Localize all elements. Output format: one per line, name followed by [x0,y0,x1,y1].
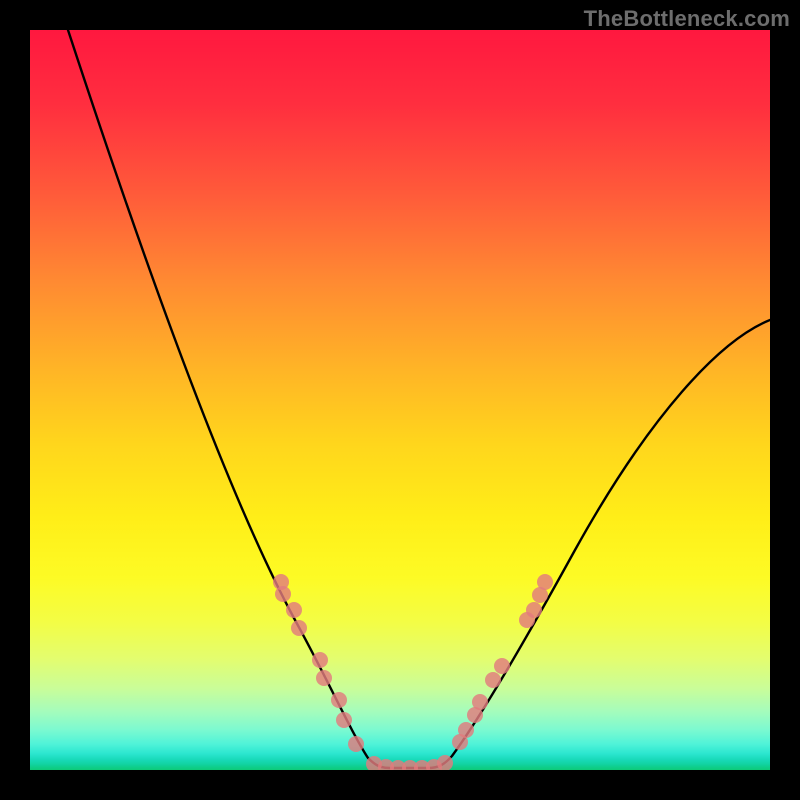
data-marker [291,620,307,636]
chart-svg [30,30,770,770]
data-marker [537,574,553,590]
data-marker [472,694,488,710]
data-marker [286,602,302,618]
bottleneck-curve [68,30,770,768]
data-marker [275,586,291,602]
chart-frame: TheBottleneck.com [0,0,800,800]
data-marker [316,670,332,686]
data-marker [458,722,474,738]
data-marker [336,712,352,728]
data-marker [526,602,542,618]
plot-area [30,30,770,770]
marker-group [273,574,553,770]
data-marker [494,658,510,674]
data-marker [331,692,347,708]
data-marker [312,652,328,668]
watermark-text: TheBottleneck.com [584,6,790,32]
data-marker [348,736,364,752]
data-marker [485,672,501,688]
